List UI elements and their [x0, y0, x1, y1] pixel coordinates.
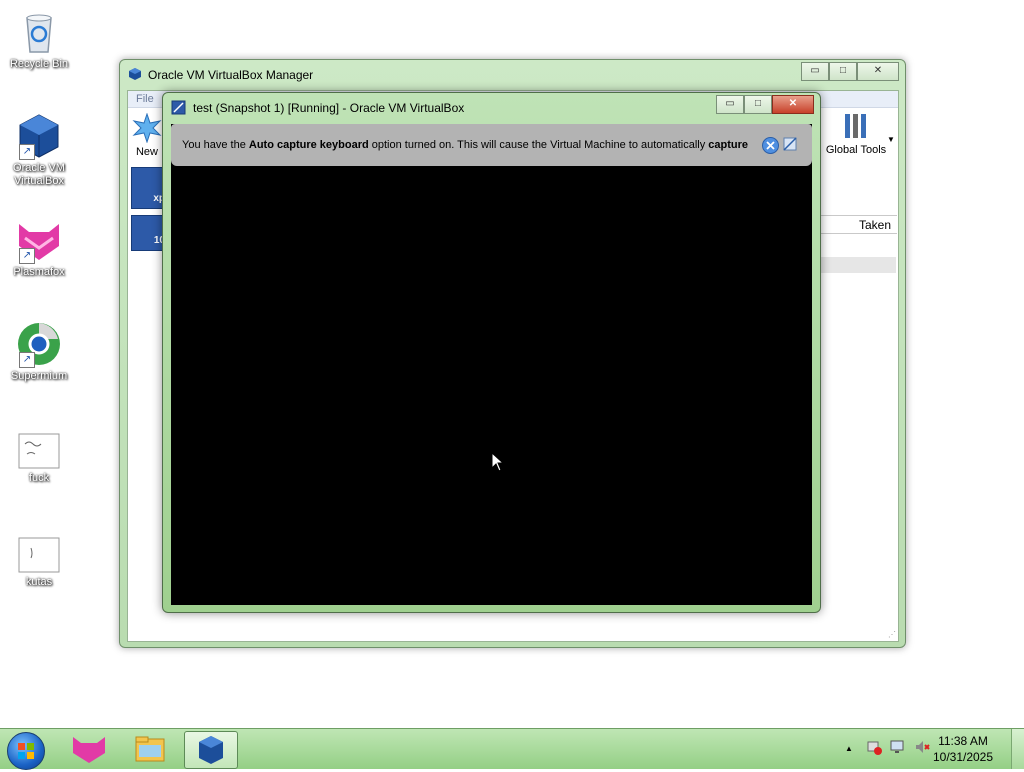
start-button[interactable] — [7, 732, 45, 770]
snapshot-row[interactable] — [816, 257, 896, 273]
desktop-icon-kutas[interactable]: kutas — [1, 536, 77, 589]
tools-icon — [845, 114, 866, 138]
image-file-icon — [15, 432, 63, 470]
desktop-icon-fuck[interactable]: fuck — [1, 432, 77, 485]
window-title: Oracle VM VirtualBox Manager — [148, 68, 314, 82]
global-tools-dropdown-icon[interactable]: ▼ — [887, 135, 895, 144]
minimize-button[interactable]: ▭ — [801, 62, 829, 81]
maximize-button[interactable]: □ — [829, 62, 857, 81]
virtualbox-icon — [129, 68, 141, 80]
notice-text-middle: option turned on. This will cause the Vi… — [368, 139, 709, 151]
folder-icon — [135, 736, 165, 762]
notice-text-prefix: You have the — [182, 139, 249, 151]
desktop-icon-label: Oracle VM VirtualBox — [13, 162, 65, 187]
clock-time: 11:38 AM — [938, 734, 988, 748]
show-desktop-button[interactable] — [1011, 729, 1024, 769]
windows-logo-icon — [18, 743, 34, 759]
maximize-button[interactable]: □ — [744, 95, 772, 114]
shortcut-arrow-icon: ↗ — [19, 248, 35, 264]
desktop-icon-label: Supermium — [10, 370, 68, 382]
window-controls: ▭ □ ✕ — [716, 95, 814, 114]
desktop-icon-plasmafox[interactable]: ↗ Plasmafox — [1, 216, 77, 279]
snapshot-column-taken[interactable]: Taken — [816, 215, 897, 234]
recycle-bin-icon — [15, 8, 63, 56]
taskbar-item-virtualbox[interactable] — [184, 731, 238, 769]
shortcut-arrow-icon: ↗ — [19, 144, 35, 160]
mouse-cursor-icon — [491, 452, 505, 472]
supermium-icon: ↗ — [15, 320, 63, 368]
global-tools-button[interactable]: Global Tools — [821, 111, 891, 156]
auto-capture-notice: You have the Auto capture keyboard optio… — [171, 124, 812, 166]
new-vm-button[interactable]: New — [130, 112, 164, 158]
tray-show-hidden-icon[interactable]: ▲ — [845, 744, 853, 753]
minimize-button[interactable]: ▭ — [716, 95, 744, 114]
close-button[interactable]: ✕ — [772, 95, 814, 114]
plasmafox-icon: ↗ — [15, 216, 63, 264]
desktop-icon-label: kutas — [25, 576, 53, 588]
desktop-icon-supermium[interactable]: ↗ Supermium — [1, 320, 77, 383]
vm-display[interactable]: You have the Auto capture keyboard optio… — [171, 124, 812, 605]
new-star-icon — [132, 112, 162, 144]
desktop-icon-recycle-bin[interactable]: Recycle Bin — [1, 8, 77, 71]
taskbar: ▲ 11:38 AM 10/31/2025 — [0, 728, 1024, 770]
global-tools-label: Global Tools — [825, 144, 887, 156]
desktop-icon-label: fuck — [28, 472, 50, 484]
desktop-icon-label: Recycle Bin — [9, 58, 69, 70]
virtualbox-icon: ↗ — [15, 112, 63, 160]
notice-dismiss-icon[interactable] — [782, 136, 798, 152]
system-clock[interactable]: 11:38 AM 10/31/2025 — [928, 733, 998, 765]
plasmafox-icon — [73, 737, 105, 763]
new-label: New — [135, 146, 158, 158]
close-button[interactable]: ✕ — [857, 62, 899, 81]
window-controls: ▭ □ ✕ — [801, 62, 899, 81]
clock-date: 10/31/2025 — [932, 750, 994, 764]
virtualbox-vm-icon — [171, 100, 186, 115]
notice-bold-option: Auto capture keyboard — [248, 139, 369, 151]
monitor-icon[interactable] — [890, 739, 906, 758]
vm-window[interactable]: test (Snapshot 1) [Running] - Oracle VM … — [162, 92, 821, 613]
desktop-icon-label: Plasmafox — [13, 266, 65, 278]
resize-grip-icon[interactable]: ⋰ — [888, 630, 896, 639]
window-title: test (Snapshot 1) [Running] - Oracle VM … — [193, 101, 465, 115]
notice-bold-capture: capture — [708, 139, 749, 151]
menu-file[interactable]: File — [136, 93, 154, 105]
taskbar-item-plasmafox[interactable] — [63, 731, 115, 767]
notice-close-icon[interactable] — [762, 137, 779, 154]
taskbar-item-file-explorer[interactable] — [124, 731, 176, 767]
shortcut-arrow-icon: ↗ — [19, 352, 35, 368]
virtualbox-icon — [199, 736, 223, 764]
image-file-icon — [15, 536, 63, 574]
network-error-icon[interactable] — [866, 739, 882, 758]
desktop-icon-virtualbox[interactable]: ↗ Oracle VM VirtualBox — [1, 112, 77, 188]
